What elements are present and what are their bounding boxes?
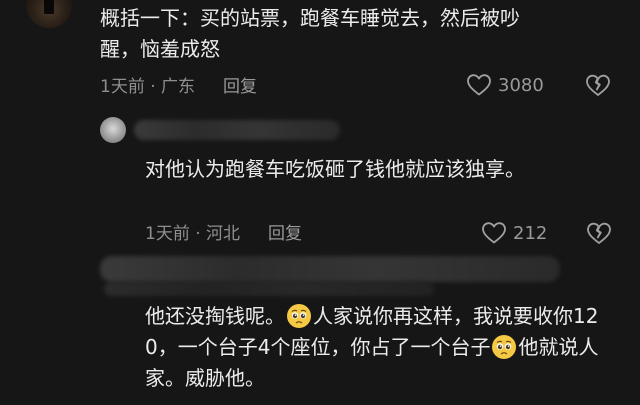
heart-outline-icon <box>467 74 491 96</box>
reply-date: 1天前 <box>145 224 190 244</box>
broken-heart-icon <box>587 222 611 244</box>
reply-avatar[interactable] <box>100 117 126 143</box>
comment-date: 1天前 <box>100 77 145 97</box>
reply-text: 对他认为跑餐车吃饭砸了钱他就应该独享。 <box>145 157 525 181</box>
comment-text: 概括一下：买的站票，跑餐车睡觉去，然后被吵醒，恼羞成怒 <box>100 6 520 61</box>
reply-button[interactable]: 回复 <box>223 77 257 97</box>
like-count: 212 <box>513 222 548 244</box>
reply-meta: 1天前 · 河北 回复 <box>145 222 302 246</box>
comment-location: 广东 <box>161 77 196 97</box>
reply-button[interactable]: 回复 <box>268 224 302 244</box>
like-count: 3080 <box>498 74 544 96</box>
reply-location: 河北 <box>206 224 241 244</box>
blurred-username <box>100 256 560 282</box>
reply-text-part: 他还没掏钱呢。 <box>145 304 285 328</box>
like-button[interactable]: 212 <box>481 220 547 246</box>
comment-meta: 1天前 · 广东 回复 <box>100 75 257 99</box>
broken-heart-icon <box>586 74 610 96</box>
pleading-face-emoji <box>287 304 311 328</box>
commenter-avatar[interactable] <box>26 0 72 28</box>
blurred-username-tail <box>104 282 434 296</box>
heart-outline-icon <box>482 222 506 244</box>
dislike-button[interactable] <box>585 72 611 98</box>
dislike-button[interactable] <box>586 220 612 246</box>
meta-separator: · <box>144 77 162 97</box>
reply-text: 他还没掏钱呢。 人家说你再这样，我说要收你120，一个台子4个座位，你占了一个台… <box>145 301 615 394</box>
avatar-figure <box>44 0 54 14</box>
like-button[interactable]: 3080 <box>466 72 544 98</box>
blurred-username <box>134 120 340 140</box>
meta-separator: · <box>189 224 207 244</box>
pleading-face-emoji <box>492 335 517 359</box>
